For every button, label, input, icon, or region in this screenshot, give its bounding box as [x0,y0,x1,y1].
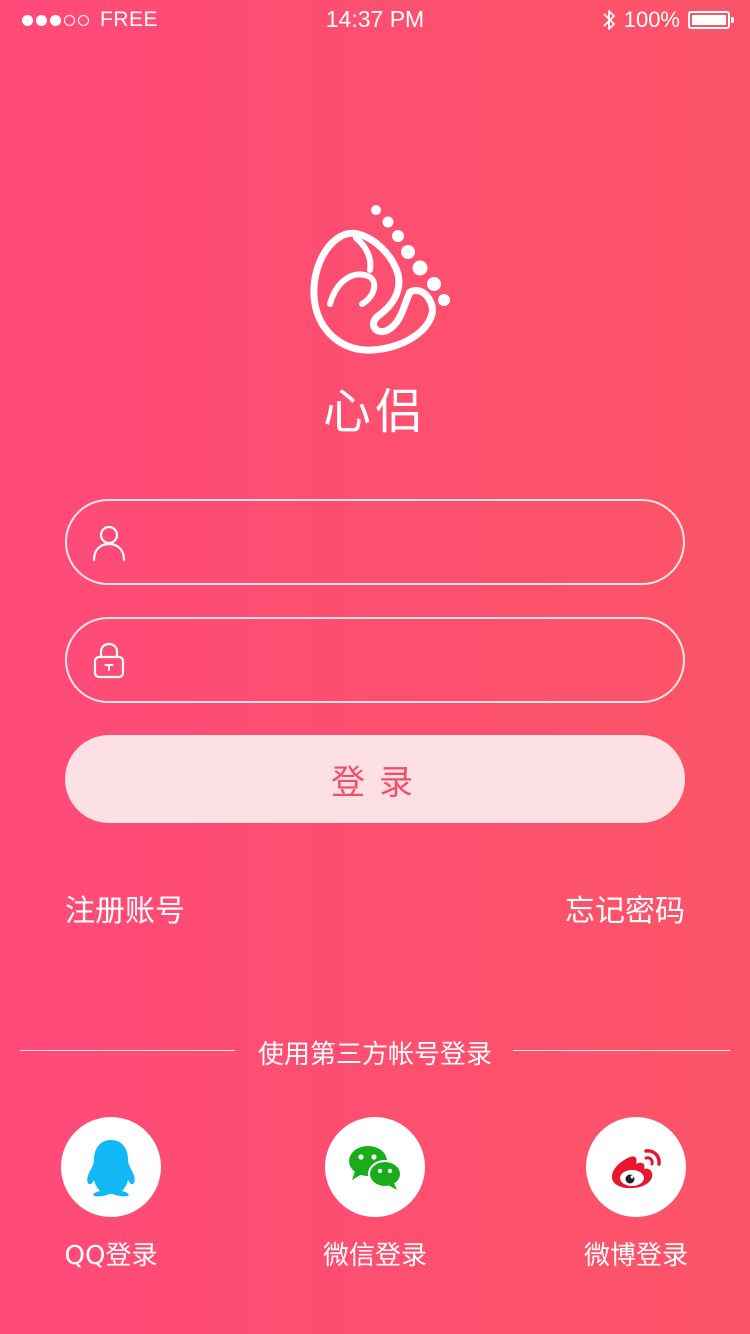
lock-icon [93,642,125,679]
battery-icon [688,11,734,29]
qq-login-circle[interactable] [61,1117,161,1217]
divider-right [513,1050,730,1051]
username-input[interactable] [129,501,683,583]
status-right: 100% [602,7,734,33]
login-button[interactable]: 登录 [65,735,685,823]
register-link[interactable]: 注册账号 [65,886,185,930]
password-input[interactable] [129,619,683,701]
wechat-login-label: 微信登录 [322,1241,427,1271]
wechat-login-circle[interactable] [325,1117,425,1217]
weibo-login-circle[interactable] [586,1117,686,1217]
footprint-logo-icon [310,205,450,354]
qq-icon [87,1140,135,1197]
wechat-login-button[interactable]: 微信登录 [305,1117,445,1272]
weibo-login-label: 微博登录 [583,1241,688,1271]
weibo-login-button[interactable]: 微博登录 [566,1117,706,1272]
wechat-icon [349,1146,402,1190]
forgot-password-link[interactable]: 忘记密码 [565,886,685,930]
bluetooth-icon [603,10,615,30]
qq-login-label: QQ登录 [64,1241,158,1271]
app-name: 心侣 [322,384,427,440]
qq-login-button[interactable]: QQ登录 [41,1117,181,1272]
third-party-title: 使用第三方帐号登录 [257,1040,492,1070]
username-field[interactable] [65,499,685,585]
password-field[interactable] [65,617,685,703]
user-icon [92,525,126,562]
battery-percent: 100% [623,7,680,32]
status-bar: FREE 14:37 PM 100% [0,0,750,42]
weibo-icon [611,1149,661,1189]
